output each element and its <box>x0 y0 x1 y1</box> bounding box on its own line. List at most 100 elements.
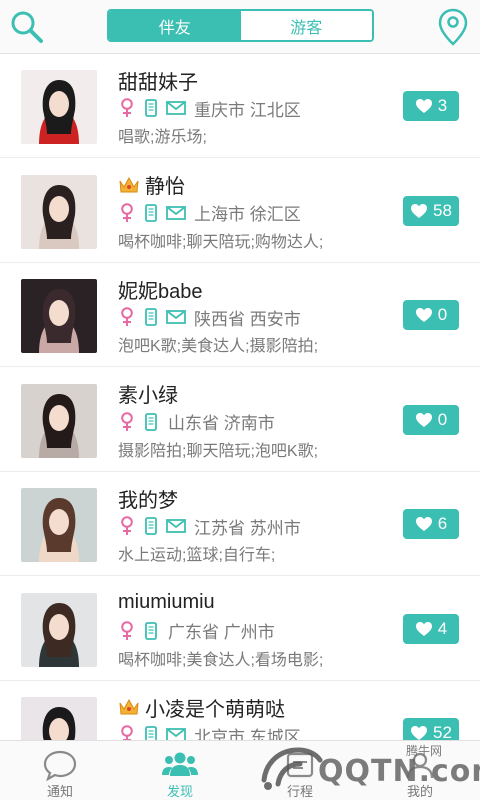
user-info-line: 陕西省 西安市 <box>118 305 301 329</box>
user-location: 陕西省 西安市 <box>194 309 301 329</box>
female-icon <box>118 98 136 118</box>
avatar[interactable] <box>21 174 97 249</box>
user-name-line: miumiumiu <box>118 589 215 617</box>
like-button[interactable]: 4 <box>403 613 459 644</box>
female-icon <box>118 516 136 536</box>
crown-icon <box>118 697 140 717</box>
user-name: 素小绿 <box>118 385 178 407</box>
user-info-line: 江苏省 苏州市 <box>118 514 301 538</box>
segment-control: 伴友 游客 <box>107 9 374 42</box>
phone-icon <box>142 203 160 223</box>
mail-icon <box>166 516 186 536</box>
phone-icon <box>142 725 160 740</box>
female-icon <box>118 725 136 740</box>
user-name: miumiumiu <box>118 591 215 613</box>
user-name-line: 我的梦 <box>118 484 178 512</box>
avatar[interactable] <box>21 488 97 562</box>
user-location: 广东省 广州市 <box>168 623 275 642</box>
user-name-line: 小凌是个萌萌哒 <box>118 693 285 721</box>
female-icon <box>118 620 136 641</box>
tab-companions[interactable]: 伴友 <box>109 11 241 40</box>
user-name: 甜甜妹子 <box>118 71 198 94</box>
avatar[interactable] <box>21 697 97 740</box>
user-hobbies: 泡吧K歌;美食达人;摄影陪拍; <box>118 338 319 355</box>
female-icon <box>118 202 136 223</box>
tab-notifications[interactable]: 通知 <box>0 741 120 800</box>
bottom-tab-bar: 通知 发现 行程 我的 腾牛网 QQTN.co <box>0 740 480 800</box>
phone-icon <box>142 98 160 118</box>
like-count: 0 <box>437 305 448 324</box>
list-item[interactable]: 我的梦 江苏省 苏州市 水上运动;篮球;自行车; 6 <box>0 472 480 576</box>
user-info-line: 山东省 济南市 <box>118 410 275 434</box>
heart-icon <box>415 412 433 428</box>
chat-bubble-icon <box>42 748 78 781</box>
list-item[interactable]: 甜甜妹子重庆市 江北区唱歌;游乐场; 3 <box>0 54 480 158</box>
user-location: 江苏省 苏州市 <box>194 518 301 538</box>
user-hobbies: 喝杯咖啡;聊天陪玩;购物达人; <box>118 233 324 251</box>
user-hobbies: 喝杯咖啡;美食达人;看场电影; <box>118 651 324 669</box>
like-count: 58 <box>433 200 452 220</box>
avatar[interactable] <box>21 279 97 353</box>
heart-icon <box>415 98 433 114</box>
user-name-line: 静怡 <box>118 171 185 199</box>
user-name: 静怡 <box>145 176 185 198</box>
list-item[interactable]: 静怡 上海市 徐汇区喝杯咖啡;聊天陪玩;购物达人; 58 <box>0 159 480 263</box>
mail-icon <box>166 203 186 223</box>
mail-icon <box>166 725 186 740</box>
like-button[interactable]: 0 <box>403 300 459 330</box>
user-info-line: 重庆市 江北区 <box>118 96 301 120</box>
like-button[interactable]: 52 <box>403 718 459 740</box>
like-count: 4 <box>437 618 448 638</box>
like-count: 52 <box>433 723 452 740</box>
tab-discover[interactable]: 发现 <box>120 741 240 800</box>
search-icon[interactable] <box>6 6 48 48</box>
user-hobbies: 唱歌;游乐场; <box>118 129 207 146</box>
phone-icon <box>142 621 160 641</box>
like-button[interactable]: 0 <box>403 404 459 435</box>
tab-label-discover: 发现 <box>166 784 193 799</box>
heart-icon <box>410 725 428 740</box>
female-icon <box>118 307 136 327</box>
user-name: 小凌是个萌萌哒 <box>145 698 285 721</box>
mail-icon <box>166 98 186 118</box>
user-name: 我的梦 <box>118 489 178 512</box>
user-info-line: 北京市 东城区 <box>118 723 301 740</box>
heart-icon <box>415 516 433 532</box>
avatar[interactable] <box>21 592 97 667</box>
tab-visitors[interactable]: 游客 <box>240 11 372 40</box>
user-name-line: 素小绿 <box>118 380 178 408</box>
location-pin-icon[interactable] <box>432 6 474 48</box>
heart-icon <box>410 203 428 219</box>
avatar[interactable] <box>21 70 97 144</box>
like-button[interactable]: 3 <box>403 91 459 121</box>
user-location: 重庆市 江北区 <box>194 100 301 120</box>
user-location: 北京市 东城区 <box>194 727 301 741</box>
watermark-brand: QQTN.com <box>318 754 480 789</box>
like-button[interactable]: 6 <box>403 509 459 539</box>
user-info-line: 上海市 徐汇区 <box>118 201 301 225</box>
user-name: 妮妮babe <box>118 280 203 303</box>
list-item[interactable]: 妮妮babe 陕西省 西安市泡吧K歌;美食达人;摄影陪拍; 0 <box>0 263 480 367</box>
people-icon <box>160 748 200 781</box>
user-location: 上海市 徐汇区 <box>194 205 301 224</box>
mail-icon <box>166 307 186 327</box>
phone-icon <box>142 412 160 432</box>
phone-icon <box>142 516 160 536</box>
like-button[interactable]: 58 <box>403 195 459 226</box>
list-item[interactable]: miumiumiu 广东省 广州市喝杯咖啡;美食达人;看场电影; 4 <box>0 577 480 681</box>
like-count: 3 <box>437 96 448 115</box>
user-location: 山东省 济南市 <box>168 414 275 433</box>
user-name-line: 妮妮babe <box>118 275 203 303</box>
phone-icon <box>142 307 160 327</box>
tab-label-notifications: 通知 <box>46 784 73 799</box>
like-count: 6 <box>437 514 448 533</box>
heart-icon <box>415 621 433 637</box>
list-item[interactable]: 素小绿 山东省 济南市 摄影陪拍;聊天陪玩;泡吧K歌; 0 <box>0 368 480 472</box>
list-item[interactable]: 小凌是个萌萌哒北京市 东城区 52 <box>0 681 480 740</box>
user-name-line: 甜甜妹子 <box>118 66 198 94</box>
avatar[interactable] <box>21 383 97 458</box>
heart-icon <box>415 307 433 323</box>
user-list: 甜甜妹子重庆市 江北区唱歌;游乐场; 3 静怡 上海市 徐汇区喝杯咖啡;聊天陪玩;购物… <box>0 54 480 740</box>
watermark-logo: 腾牛网 QQTN.com <box>256 740 480 794</box>
like-count: 0 <box>437 409 448 429</box>
